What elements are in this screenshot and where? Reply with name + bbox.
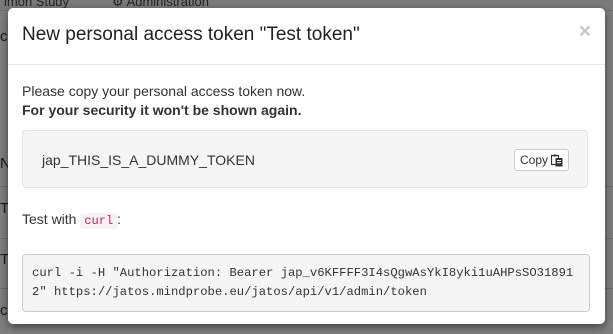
clipboard-icon xyxy=(551,154,563,166)
security-notice: For your security it won't be shown agai… xyxy=(22,102,302,118)
token-value[interactable]: jap_THIS_IS_A_DUMMY_TOKEN xyxy=(42,152,255,168)
curl-command[interactable]: curl -i -H "Authorization: Bearer jap_v6… xyxy=(22,254,590,313)
modal-header: New personal access token "Test token" × xyxy=(8,8,605,65)
curl-code: curl xyxy=(80,213,118,229)
copy-button-label: Copy xyxy=(519,153,548,167)
token-well: jap_THIS_IS_A_DUMMY_TOKEN Copy xyxy=(22,130,588,188)
copy-message: Please copy your personal access token n… xyxy=(22,82,305,120)
copy-notice: Please copy your personal access token n… xyxy=(22,83,306,99)
copy-button[interactable]: Copy xyxy=(513,149,569,171)
test-with-label: Test with curl: xyxy=(22,211,122,229)
access-token-modal: New personal access token "Test token" ×… xyxy=(8,8,605,324)
close-button[interactable]: × xyxy=(579,21,591,42)
modal-title: New personal access token "Test token" xyxy=(22,24,360,45)
